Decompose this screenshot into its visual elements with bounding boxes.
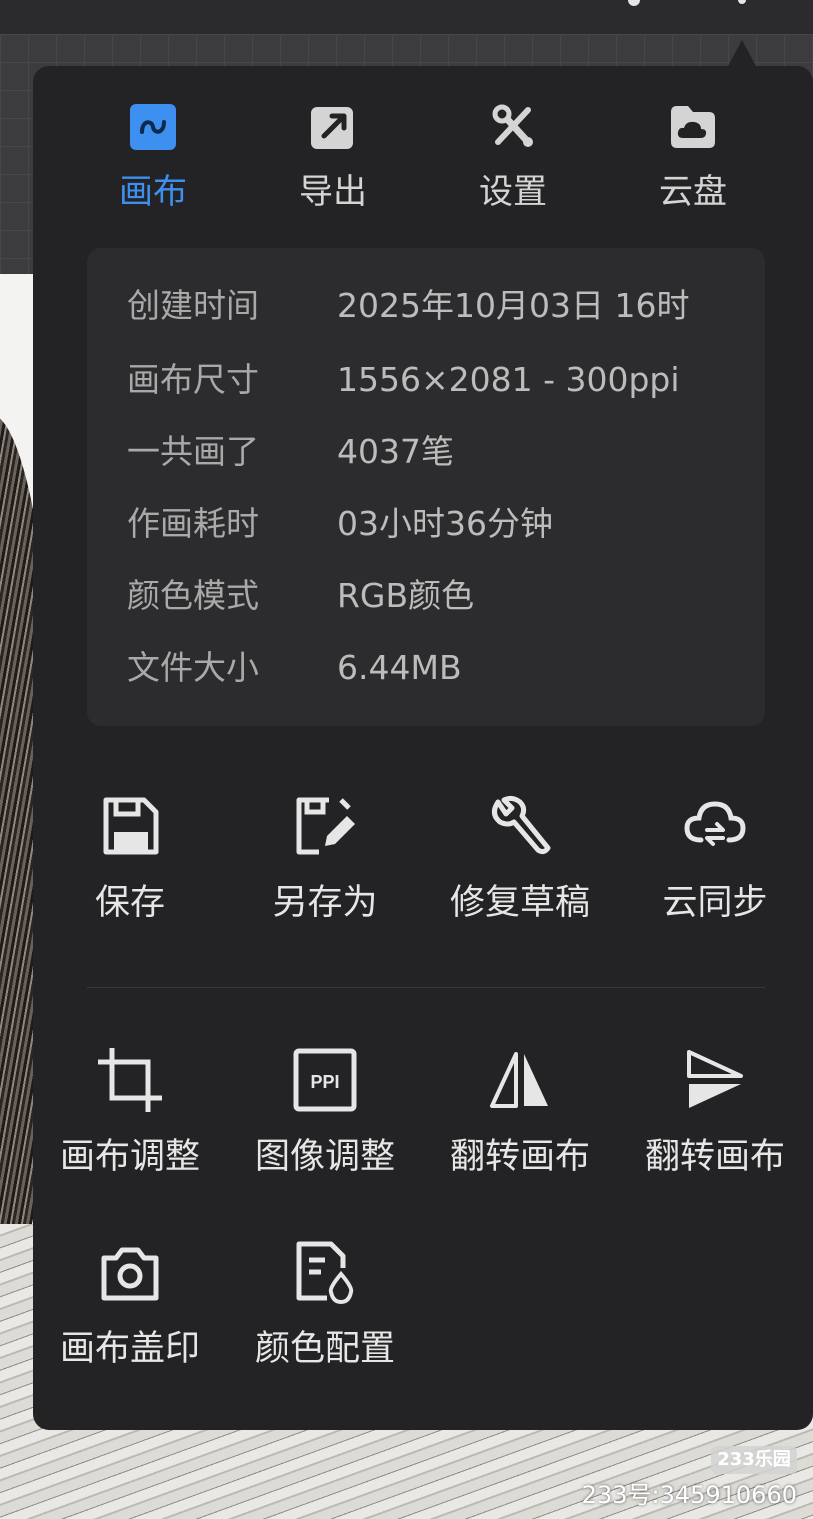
- watermark-text: 233号:345910660: [581, 1481, 797, 1509]
- watermark-logo: 233乐园: [711, 1446, 797, 1474]
- canvas-wave-icon: [128, 102, 178, 152]
- canvas-info-card: 创建时间 2025年10月03日 16时57分 画布尺寸 1556×2081 -…: [87, 248, 765, 726]
- flip-vertical-icon: [683, 1048, 747, 1112]
- info-row-created: 创建时间 2025年10月03日 16时57分: [127, 284, 737, 332]
- color-profile-icon: [293, 1240, 357, 1305]
- canvas-menu-popup: 画布 导出 设置 云盘 创建时间 2025年10月03日 16时 画布尺寸 15…: [33, 66, 813, 1430]
- save-button[interactable]: 保存: [35, 794, 225, 944]
- info-key: 文件大小: [127, 648, 259, 687]
- info-row-color-mode: 颜色模式 RGB颜色: [127, 574, 737, 618]
- action-label: 画布调整: [59, 1137, 200, 1177]
- tab-label: 导出: [299, 172, 367, 212]
- ppi-icon: PPI: [293, 1048, 357, 1112]
- info-key: 作画耗时: [127, 504, 259, 543]
- info-value: RGB颜色: [337, 576, 475, 615]
- info-value: 2025年10月03日 16时57分: [337, 286, 690, 332]
- action-label: 翻转画布: [644, 1137, 785, 1177]
- cloud-sync-button[interactable]: 云同步: [620, 794, 810, 944]
- tab-export[interactable]: 导出: [273, 102, 393, 212]
- info-row-strokes: 一共画了 4037笔: [127, 430, 737, 474]
- wrench-icon: [488, 794, 552, 858]
- tab-canvas[interactable]: 画布: [93, 102, 213, 212]
- flip-horizontal-icon: [488, 1048, 552, 1112]
- action-label: 颜色配置: [254, 1329, 395, 1369]
- save-as-icon: [293, 794, 357, 858]
- popup-pointer: [728, 40, 756, 66]
- action-label: 另存为: [272, 883, 378, 923]
- tab-cloud-drive[interactable]: 云盘: [633, 102, 753, 212]
- info-key: 创建时间: [127, 286, 259, 325]
- cloud-drive-icon: [668, 102, 718, 152]
- export-icon: [308, 102, 358, 152]
- tab-label: 云盘: [659, 172, 727, 212]
- settings-tools-icon: [488, 102, 538, 152]
- info-key: 颜色模式: [127, 576, 259, 615]
- info-row-file-size: 文件大小 6.44MB: [127, 646, 737, 690]
- info-value: 4037笔: [337, 432, 454, 471]
- color-profile-button[interactable]: 颜色配置: [230, 1240, 420, 1390]
- action-label: 保存: [94, 883, 165, 923]
- app-top-bar: [0, 0, 813, 34]
- flip-horizontal-button[interactable]: 翻转画布: [425, 1048, 615, 1198]
- info-value: 6.44MB: [337, 648, 462, 687]
- top-bar-icon: [738, 0, 746, 4]
- canvas-adjust-button[interactable]: 画布调整: [35, 1048, 225, 1198]
- tab-label: 画布: [119, 172, 187, 212]
- top-bar-icon: [628, 0, 640, 6]
- action-label: 画布盖印: [59, 1329, 200, 1369]
- info-value: 1556×2081 - 300ppi: [337, 360, 680, 399]
- repair-draft-button[interactable]: 修复草稿: [425, 794, 615, 944]
- action-label: 修复草稿: [449, 883, 590, 923]
- ppi-icon-text: PPI: [310, 1072, 339, 1092]
- crop-icon: [98, 1048, 162, 1112]
- canvas-stamp-button[interactable]: 画布盖印: [35, 1240, 225, 1390]
- info-key: 画布尺寸: [127, 360, 259, 399]
- save-icon: [98, 794, 162, 858]
- flip-vertical-button[interactable]: 翻转画布: [620, 1048, 810, 1198]
- camera-icon: [98, 1240, 162, 1304]
- info-row-duration: 作画耗时 03小时36分钟: [127, 502, 737, 546]
- section-divider: [87, 987, 765, 988]
- info-key: 一共画了: [127, 432, 259, 471]
- image-adjust-button[interactable]: PPI 图像调整: [230, 1048, 420, 1198]
- action-label: 翻转画布: [449, 1137, 590, 1177]
- cloud-sync-icon: [683, 794, 747, 858]
- info-value: 03小时36分钟: [337, 504, 553, 543]
- action-label: 图像调整: [254, 1137, 395, 1177]
- info-row-size: 画布尺寸 1556×2081 - 300ppi: [127, 358, 737, 402]
- action-label: 云同步: [662, 883, 768, 923]
- tab-settings[interactable]: 设置: [453, 102, 573, 212]
- tab-label: 设置: [479, 172, 547, 212]
- save-as-button[interactable]: 另存为: [230, 794, 420, 944]
